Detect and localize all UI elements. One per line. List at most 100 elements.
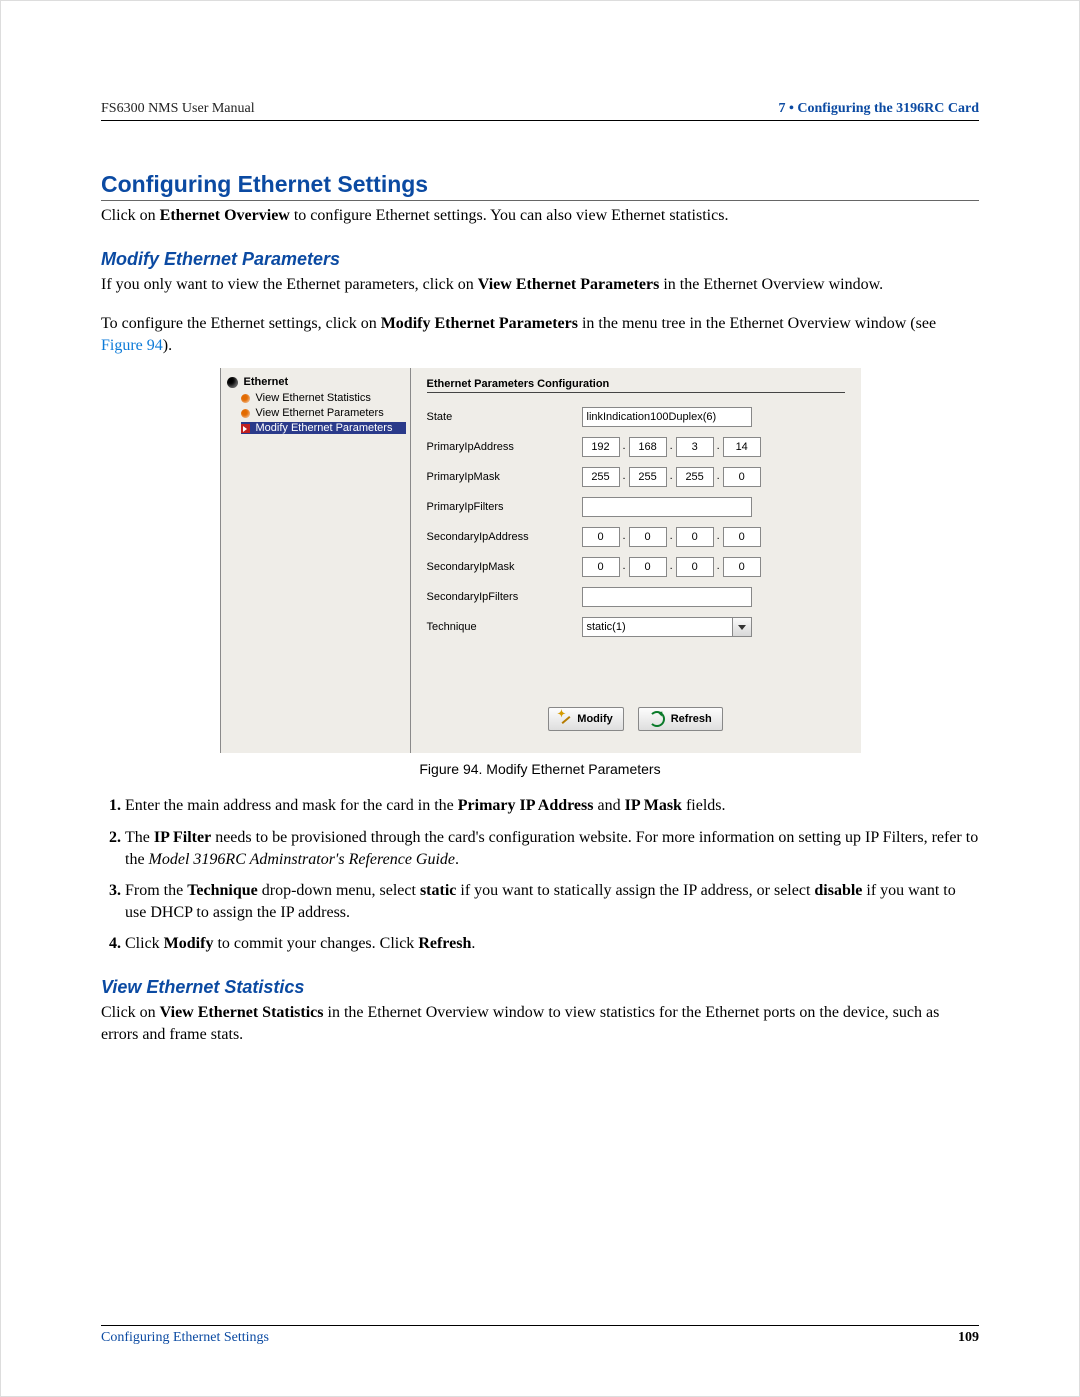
ip-octet[interactable]: 255 (582, 467, 620, 487)
ip-octet[interactable]: 0 (582, 557, 620, 577)
bold-text: static (420, 882, 456, 899)
bold-text: Technique (187, 882, 258, 899)
header-left: FS6300 NMS User Manual (101, 101, 255, 117)
step-3: From the Technique drop-down menu, selec… (125, 880, 979, 923)
text: ). (163, 337, 172, 354)
label-secondary-mask: SecondaryIpMask (427, 561, 582, 573)
field-secondary-ip[interactable]: 0. 0. 0. 0 (582, 527, 761, 547)
field-primary-mask[interactable]: 255. 255. 255. 0 (582, 467, 761, 487)
node-icon (227, 377, 238, 388)
button-row: Modify Refresh (427, 697, 845, 741)
field-primary-ip[interactable]: 192. 168. 3. 14 (582, 437, 761, 457)
subsection-view-heading: View Ethernet Statistics (101, 977, 979, 998)
text: in the menu tree in the Ethernet Overvie… (578, 315, 936, 332)
ip-octet[interactable]: 0 (582, 527, 620, 547)
figure-caption: Figure 94. Modify Ethernet Parameters (101, 761, 979, 777)
node-icon (241, 424, 250, 433)
field-secondary-mask[interactable]: 0. 0. 0. 0 (582, 557, 761, 577)
bold-text: disable (814, 882, 862, 899)
ip-octet[interactable]: 0 (723, 467, 761, 487)
bold-text: Modify (164, 935, 214, 952)
text: Click (125, 935, 164, 952)
row-secondary-mask: SecondaryIpMask 0. 0. 0. 0 (427, 557, 845, 577)
field-technique[interactable]: static(1) (582, 617, 752, 637)
ip-octet[interactable]: 0 (629, 527, 667, 547)
ip-octet[interactable]: 0 (723, 527, 761, 547)
button-label: Refresh (671, 713, 712, 725)
ip-octet[interactable]: 0 (676, 527, 714, 547)
tree-item-label: Modify Ethernet Parameters (256, 422, 393, 434)
node-icon (241, 409, 250, 418)
ip-dot: . (714, 440, 723, 455)
text: . (455, 851, 459, 868)
step-list: Enter the main address and mask for the … (101, 795, 979, 955)
row-primary-filters: PrimaryIpFilters (427, 497, 845, 517)
ip-octet[interactable]: 255 (676, 467, 714, 487)
ip-octet[interactable]: 192 (582, 437, 620, 457)
text: if you want to statically assign the IP … (456, 882, 814, 899)
row-primary-mask: PrimaryIpMask 255. 255. 255. 0 (427, 467, 845, 487)
label-primary-mask: PrimaryIpMask (427, 471, 582, 483)
step-2: The IP Filter needs to be provisioned th… (125, 827, 979, 870)
page-header: FS6300 NMS User Manual 7 • Configuring t… (101, 101, 979, 121)
ip-octet[interactable]: 168 (629, 437, 667, 457)
section-intro: Click on Ethernet Overview to configure … (101, 205, 979, 227)
figure-ui-screenshot: Ethernet View Ethernet Statistics View E… (220, 368, 861, 753)
ip-dot: . (620, 470, 629, 485)
step-4: Click Modify to commit your changes. Cli… (125, 933, 979, 955)
label-secondary-ip: SecondaryIpAddress (427, 531, 582, 543)
row-technique: Technique static(1) (427, 617, 845, 637)
bold-text: IP Mask (625, 797, 682, 814)
text: The (125, 829, 154, 846)
sub2-p: Click on View Ethernet Statistics in the… (101, 1002, 979, 1045)
page: FS6300 NMS User Manual 7 • Configuring t… (0, 0, 1080, 1397)
ip-octet[interactable]: 0 (723, 557, 761, 577)
figure-link[interactable]: Figure 94 (101, 337, 163, 354)
text: Enter the main address and mask for the … (125, 797, 458, 814)
panel-title: Ethernet Parameters Configuration (427, 378, 845, 393)
refresh-button[interactable]: Refresh (638, 707, 723, 731)
field-state[interactable]: linkIndication100Duplex(6) (582, 407, 752, 427)
text: in the Ethernet Overview window. (659, 276, 883, 293)
tree-root-label: Ethernet (244, 376, 289, 388)
bold-text: Refresh (418, 935, 471, 952)
tree-item-view-statistics[interactable]: View Ethernet Statistics (241, 392, 406, 404)
ui-form-panel: Ethernet Parameters Configuration State … (411, 368, 861, 753)
bold-text: View Ethernet Statistics (160, 1004, 324, 1021)
refresh-icon (649, 711, 665, 727)
ip-octet[interactable]: 0 (629, 557, 667, 577)
tree-item-view-parameters[interactable]: View Ethernet Parameters (241, 407, 406, 419)
ip-octet[interactable]: 3 (676, 437, 714, 457)
modify-button[interactable]: Modify (548, 707, 623, 731)
ip-dot: . (620, 530, 629, 545)
ip-octet[interactable]: 0 (676, 557, 714, 577)
ip-dot: . (667, 470, 676, 485)
text: fields. (682, 797, 726, 814)
ip-octet[interactable]: 14 (723, 437, 761, 457)
text: Click on (101, 1004, 160, 1021)
text: and (593, 797, 624, 814)
field-value: linkIndication100Duplex(6) (587, 411, 717, 423)
tree-item-label: View Ethernet Statistics (256, 392, 371, 404)
field-secondary-filters[interactable] (582, 587, 752, 607)
tree-item-modify-parameters[interactable]: Modify Ethernet Parameters (241, 422, 406, 434)
page-footer: Configuring Ethernet Settings 109 (101, 1325, 979, 1346)
sub1-p2: To configure the Ethernet settings, clic… (101, 313, 979, 356)
ip-dot: . (620, 560, 629, 575)
ui-tree: Ethernet View Ethernet Statistics View E… (221, 368, 411, 753)
text: . (471, 935, 475, 952)
field-primary-filters[interactable] (582, 497, 752, 517)
label-technique: Technique (427, 621, 582, 633)
text: From the (125, 882, 187, 899)
bold-text: Modify Ethernet Parameters (381, 315, 578, 332)
label-primary-filters: PrimaryIpFilters (427, 501, 582, 513)
ip-dot: . (667, 560, 676, 575)
tree-root[interactable]: Ethernet (227, 376, 406, 388)
header-right: 7 • Configuring the 3196RC Card (778, 101, 979, 117)
label-state: State (427, 411, 582, 423)
ip-octet[interactable]: 255 (629, 467, 667, 487)
row-secondary-ip: SecondaryIpAddress 0. 0. 0. 0 (427, 527, 845, 547)
text: Click on (101, 207, 160, 224)
chevron-down-icon[interactable] (732, 618, 751, 636)
subsection-modify-heading: Modify Ethernet Parameters (101, 249, 979, 270)
